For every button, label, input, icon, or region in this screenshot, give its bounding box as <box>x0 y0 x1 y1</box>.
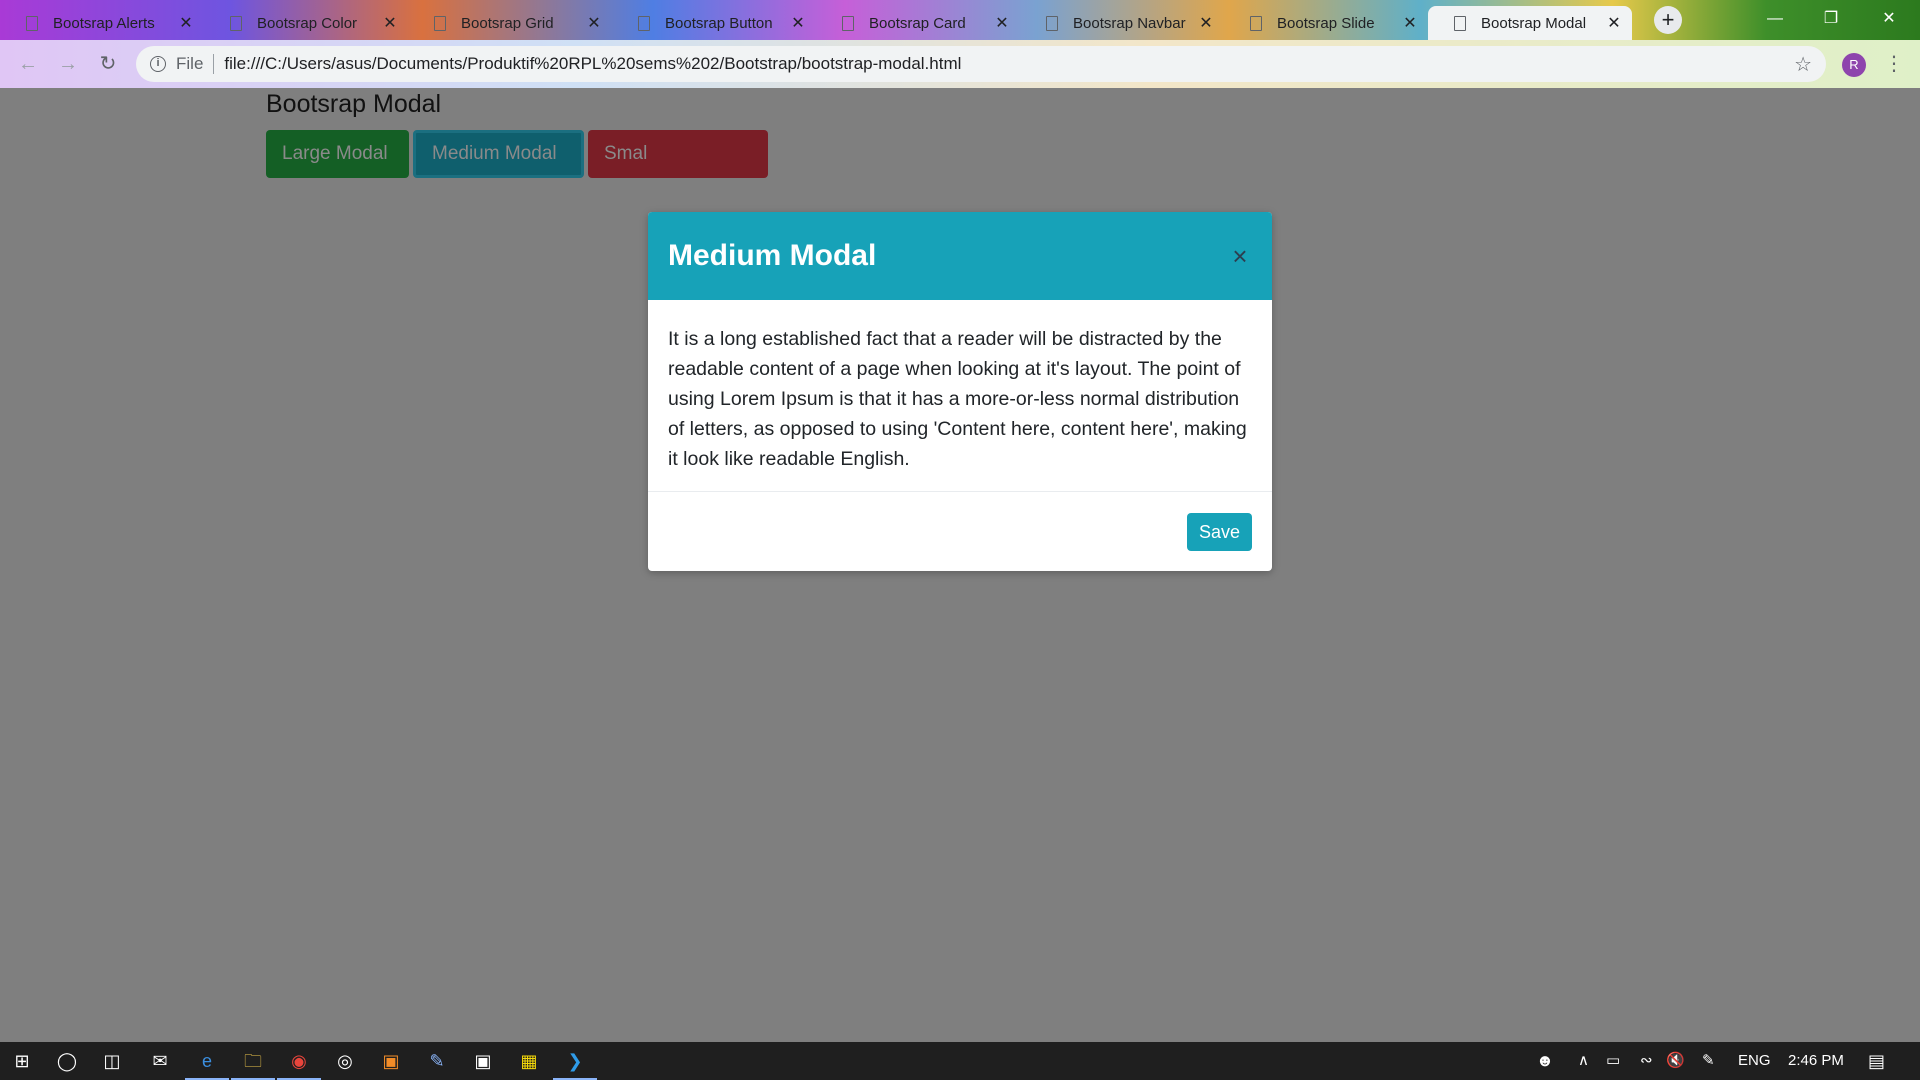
sticky-notes-icon[interactable]: ▦ <box>515 1047 543 1075</box>
people-icon[interactable]: ☻ <box>1536 1042 1554 1080</box>
language-indicator[interactable]: ENG <box>1738 1042 1771 1080</box>
vscode-icon[interactable]: ❯ <box>553 1047 597 1080</box>
clock-time[interactable]: 2:46 PM <box>1788 1042 1844 1080</box>
large-modal-button[interactable]: Large Modal <box>266 130 409 178</box>
tab-label: Bootsrap Button <box>665 14 773 32</box>
close-icon[interactable]: ✕ <box>178 13 194 33</box>
cortana-search-icon[interactable]: ◯ <box>53 1047 81 1075</box>
profile-avatar[interactable]: R <box>1842 53 1866 77</box>
app-icon[interactable]: ▣ <box>377 1047 405 1075</box>
edge-browser-icon[interactable]: e <box>185 1047 229 1080</box>
media-player-icon[interactable]: ◎ <box>331 1047 359 1075</box>
tab-label: Bootsrap Modal <box>1481 14 1587 32</box>
document-icon <box>638 15 650 31</box>
tab-bootstrap-button[interactable]: Bootsrap Button ✕ <box>612 6 816 40</box>
bookmark-star-icon[interactable]: ☆ <box>1794 52 1812 77</box>
chevron-up-icon[interactable]: ∧ <box>1578 1042 1589 1080</box>
document-icon <box>1046 15 1058 31</box>
reload-icon[interactable]: ↻ <box>94 50 122 78</box>
modal-title: Medium Modal <box>668 239 877 272</box>
close-icon[interactable]: ✕ <box>382 13 398 33</box>
battery-icon[interactable]: ▭ <box>1606 1042 1620 1080</box>
pen-app-icon[interactable]: ✎ <box>423 1047 451 1075</box>
modal-close-icon[interactable]: × <box>1228 241 1252 272</box>
document-icon <box>230 15 242 31</box>
tab-label: Bootsrap Slide <box>1277 14 1375 32</box>
close-icon[interactable]: ✕ <box>1402 13 1418 33</box>
tab-bootstrap-color[interactable]: Bootsrap Color ✕ <box>204 6 408 40</box>
tab-bootstrap-grid[interactable]: Bootsrap Grid ✕ <box>408 6 612 40</box>
pen-workspace-icon[interactable]: ✎ <box>1702 1042 1715 1080</box>
scheme-label: File <box>176 54 204 73</box>
mail-icon[interactable]: ✉ <box>146 1047 174 1075</box>
back-arrow-icon[interactable]: ← <box>14 50 42 78</box>
address-bar[interactable]: i File file:///C:/Users/asus/Documents/P… <box>136 46 1826 82</box>
modal-dialog: Medium Modal × It is a long established … <box>648 212 1272 571</box>
browser-tab-strip: Bootsrap Alerts ✕ Bootsrap Color ✕ Boots… <box>0 0 1920 40</box>
tab-bootstrap-navbar[interactable]: Bootsrap Navbar ✕ <box>1020 6 1224 40</box>
page-backdrop[interactable]: Bootsrap Modal Large Modal Medium Modal … <box>0 88 1920 1042</box>
divider <box>213 54 215 74</box>
tab-label: Bootsrap Alerts <box>53 14 155 32</box>
browser-toolbar: ← → ↻ i File file:///C:/Users/asus/Docum… <box>0 40 1920 88</box>
document-icon <box>26 15 38 31</box>
tab-bootstrap-card[interactable]: Bootsrap Card ✕ <box>816 6 1020 40</box>
close-icon[interactable]: ✕ <box>994 13 1010 33</box>
new-tab-button[interactable]: + <box>1654 6 1682 34</box>
tab-bootstrap-modal[interactable]: Bootsrap Modal ✕ <box>1428 6 1632 40</box>
close-icon[interactable]: ✕ <box>1198 13 1214 33</box>
notification-center-icon[interactable]: ▤ <box>1868 1042 1885 1080</box>
small-modal-button[interactable]: Smal <box>588 130 768 178</box>
info-icon[interactable]: i <box>150 56 166 72</box>
document-icon <box>1250 15 1262 31</box>
modal-body-text: It is a long established fact that a rea… <box>648 300 1272 492</box>
document-icon <box>1454 15 1466 31</box>
close-icon[interactable]: ✕ <box>790 13 806 33</box>
chrome-icon[interactable]: ◉ <box>277 1047 321 1080</box>
tab-label: Bootsrap Navbar <box>1073 14 1186 32</box>
windows-start-icon[interactable]: ⊞ <box>8 1047 36 1075</box>
forward-arrow-icon[interactable]: → <box>54 50 82 78</box>
wifi-icon[interactable]: ∾ <box>1640 1042 1653 1080</box>
restore-icon[interactable]: ❐ <box>1808 6 1854 32</box>
close-icon[interactable]: ✕ <box>1606 13 1622 33</box>
task-view-icon[interactable]: ◫ <box>98 1047 126 1075</box>
file-explorer-icon[interactable]: 🗀 <box>231 1047 275 1080</box>
modal-footer: Save <box>648 492 1272 571</box>
windows-taskbar: ⊞ ◯ ◫ ✉ e 🗀 ◉ ◎ ▣ ✎ ▣ ▦ ❯ ☻ ∧ ▭ ∾ 🔇 ✎ EN… <box>0 1042 1920 1080</box>
modal-header: Medium Modal × <box>648 212 1272 300</box>
document-icon <box>842 15 854 31</box>
medium-modal-button[interactable]: Medium Modal <box>413 130 584 178</box>
wattpad-icon[interactable]: ▣ <box>469 1047 497 1075</box>
close-icon[interactable]: ✕ <box>586 13 602 33</box>
window-close-icon[interactable]: ✕ <box>1866 6 1912 32</box>
url-text[interactable]: file:///C:/Users/asus/Documents/Produkti… <box>224 54 1794 74</box>
save-button[interactable]: Save <box>1186 512 1252 551</box>
tab-bootstrap-alerts[interactable]: Bootsrap Alerts ✕ <box>0 6 204 40</box>
document-icon <box>434 15 446 31</box>
tab-bootstrap-slide[interactable]: Bootsrap Slide ✕ <box>1224 6 1428 40</box>
tab-label: Bootsrap Grid <box>461 14 554 32</box>
tab-label: Bootsrap Card <box>869 14 966 32</box>
browser-menu-icon[interactable]: ⋮ <box>1884 52 1904 76</box>
tab-label: Bootsrap Color <box>257 14 358 32</box>
page-title: Bootsrap Modal <box>266 90 442 118</box>
minimize-icon[interactable]: — <box>1752 6 1798 32</box>
volume-muted-icon[interactable]: 🔇 <box>1666 1042 1685 1080</box>
